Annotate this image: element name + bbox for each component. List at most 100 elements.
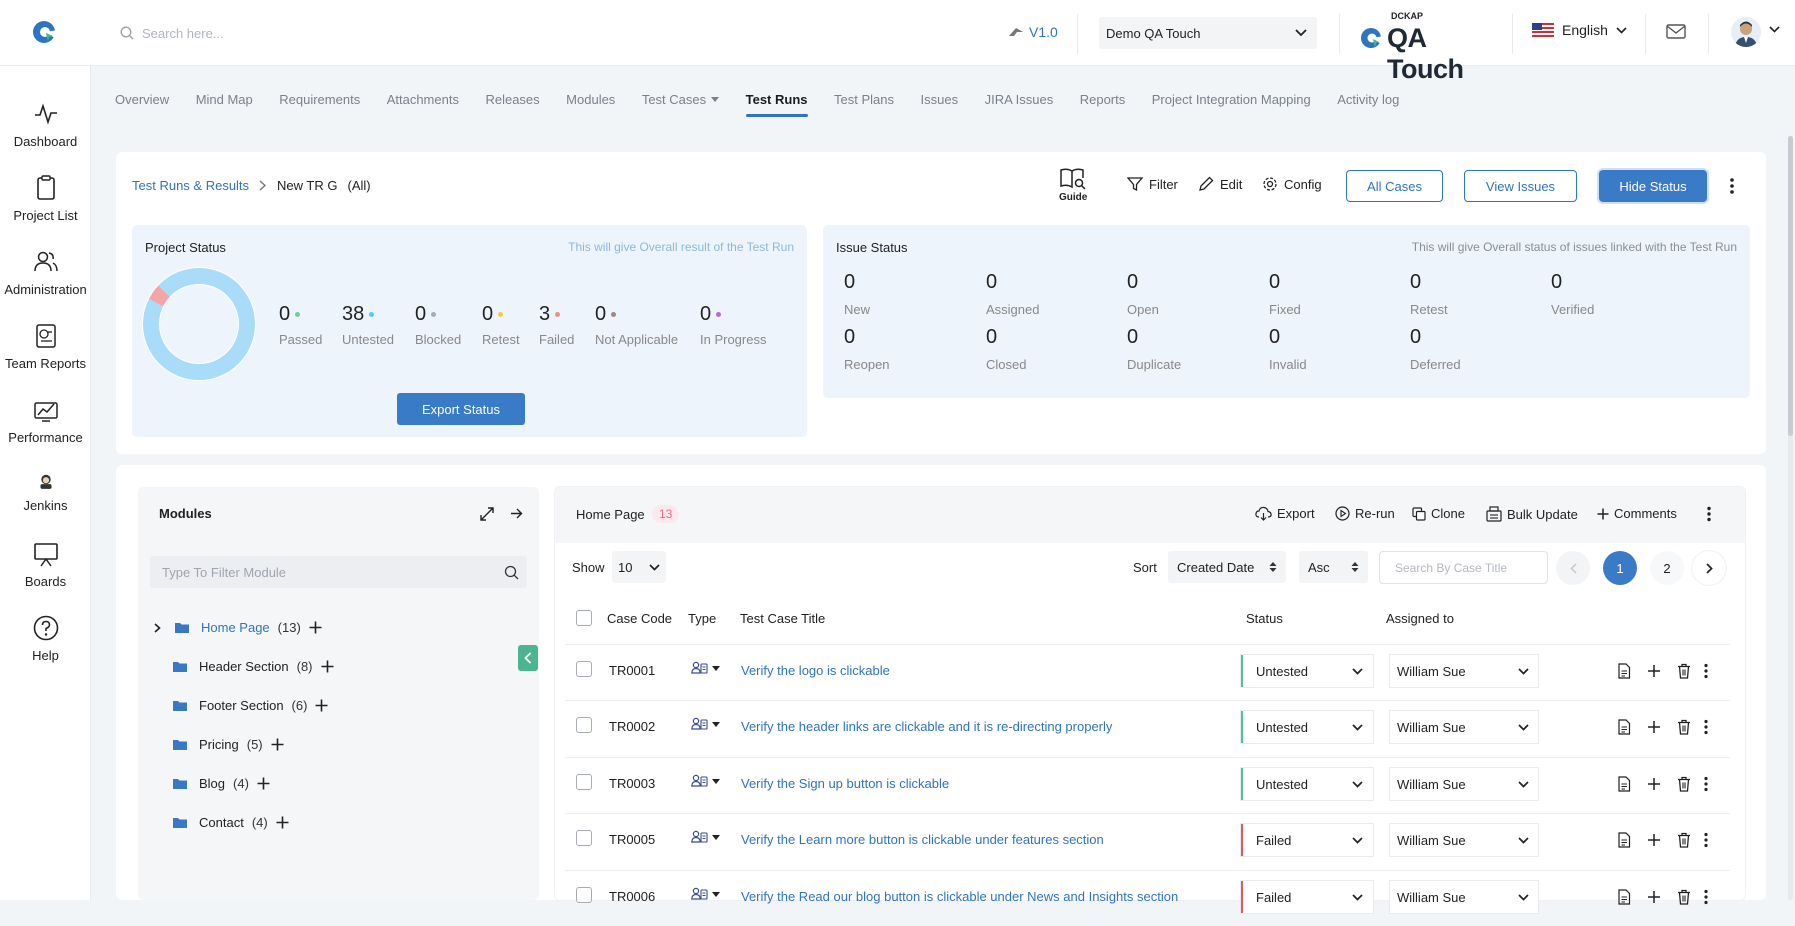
view-issues-button[interactable]: View Issues <box>1464 170 1577 202</box>
issue-stat-reopen[interactable]: 0 Reopen <box>844 326 890 372</box>
tab-activity-log[interactable]: Activity log <box>1337 92 1399 117</box>
export-button[interactable]: Export <box>1255 506 1315 521</box>
column-header-title[interactable]: Test Case Title <box>740 611 825 626</box>
stat-in-progress[interactable]: 0 In Progress <box>700 303 766 347</box>
stat-failed[interactable]: 3 Failed <box>539 303 574 347</box>
module-filter-input[interactable]: Type To Filter Module <box>150 556 527 588</box>
tab-test-runs[interactable]: Test Runs <box>745 92 808 117</box>
row-checkbox[interactable] <box>576 661 592 677</box>
row-checkbox[interactable] <box>576 830 592 846</box>
column-header-type[interactable]: Type <box>688 611 716 626</box>
version-badge[interactable]: V1.0 <box>1008 24 1058 40</box>
clone-button[interactable]: Clone <box>1412 506 1465 521</box>
more-vertical-icon[interactable] <box>1703 889 1709 905</box>
row-checkbox[interactable] <box>576 717 592 733</box>
table-row[interactable] <box>565 813 1730 869</box>
issue-stat-invalid[interactable]: 0 Invalid <box>1269 326 1307 372</box>
more-vertical-icon[interactable] <box>1703 663 1709 679</box>
status-select[interactable]: Untested <box>1241 768 1373 800</box>
mail-icon[interactable] <box>1665 22 1687 42</box>
sort-field-select[interactable]: Created Date <box>1168 551 1286 583</box>
assignee-select[interactable]: William Sue <box>1390 824 1538 856</box>
table-row[interactable] <box>565 644 1730 700</box>
tab-test-plans[interactable]: Test Plans <box>834 92 894 117</box>
export-status-button[interactable]: Export Status <box>397 393 525 425</box>
issue-stat-verified[interactable]: 0 Verified <box>1551 271 1594 317</box>
assignee-select[interactable]: William Sue <box>1390 881 1538 913</box>
assignee-select[interactable]: William Sue <box>1390 768 1538 800</box>
bulk-update-button[interactable]: Bulk Update <box>1486 506 1578 522</box>
case-type-dropdown[interactable] <box>691 887 720 901</box>
sidebar-item-jenkins[interactable]: Jenkins <box>0 470 91 513</box>
stat-blocked[interactable]: 0 Blocked <box>415 303 461 347</box>
page-2-button[interactable]: 2 <box>1650 551 1684 585</box>
trash-icon[interactable] <box>1676 889 1692 905</box>
case-title-link[interactable]: Verify the Sign up button is clickable <box>741 776 949 791</box>
plus-icon[interactable] <box>1646 663 1662 679</box>
document-icon[interactable] <box>1616 889 1632 905</box>
plus-icon[interactable] <box>276 816 289 829</box>
project-select[interactable]: Demo QA Touch <box>1099 17 1317 49</box>
issue-stat-closed[interactable]: 0 Closed <box>986 326 1026 372</box>
more-vertical-icon[interactable] <box>1703 776 1709 792</box>
trash-icon[interactable] <box>1676 719 1692 735</box>
rerun-button[interactable]: Re-run <box>1335 506 1395 521</box>
sidebar-item-dashboard[interactable]: Dashboard <box>0 100 91 149</box>
edit-button[interactable]: Edit <box>1198 176 1242 192</box>
more-vertical-icon[interactable] <box>1703 832 1709 848</box>
language-select[interactable]: English <box>1532 22 1627 38</box>
issue-stat-open[interactable]: 0 Open <box>1127 271 1159 317</box>
stat-retest[interactable]: 0 Retest <box>482 303 520 347</box>
plus-icon[interactable] <box>257 777 270 790</box>
tab-test-cases[interactable]: Test Cases <box>642 92 720 117</box>
next-page-button[interactable] <box>1692 551 1726 585</box>
document-icon[interactable] <box>1616 663 1632 679</box>
issue-stat-new[interactable]: 0 New <box>844 271 870 317</box>
issue-stat-deferred[interactable]: 0 Deferred <box>1410 326 1461 372</box>
row-checkbox[interactable] <box>576 774 592 790</box>
stat-untested[interactable]: 38 Untested <box>342 303 394 347</box>
issue-stat-retest[interactable]: 0 Retest <box>1410 271 1448 317</box>
status-select[interactable]: Untested <box>1241 655 1373 687</box>
case-type-dropdown[interactable] <box>691 774 720 788</box>
tab-requirements[interactable]: Requirements <box>279 92 360 117</box>
collapse-modules-button[interactable] <box>518 645 538 671</box>
status-select[interactable]: Failed <box>1241 881 1373 913</box>
case-search-input[interactable]: Search By Case Title <box>1379 551 1548 584</box>
case-title-link[interactable]: Verify the Read our blog button is click… <box>741 889 1178 904</box>
sidebar-item-project-list[interactable]: Project List <box>0 174 91 223</box>
issue-stat-fixed[interactable]: 0 Fixed <box>1269 271 1301 317</box>
case-type-dropdown[interactable] <box>691 717 720 731</box>
column-header-status[interactable]: Status <box>1246 611 1283 626</box>
issue-stat-duplicate[interactable]: 0 Duplicate <box>1127 326 1181 372</box>
sidebar-item-boards[interactable]: Boards <box>0 540 91 589</box>
tab-jira-issues[interactable]: JIRA Issues <box>985 92 1054 117</box>
case-title-link[interactable]: Verify the logo is clickable <box>741 663 890 678</box>
config-button[interactable]: Config <box>1262 176 1322 192</box>
chevron-right-icon[interactable] <box>154 622 161 633</box>
assignee-select[interactable]: William Sue <box>1390 655 1538 687</box>
tab-project-integration-mapping[interactable]: Project Integration Mapping <box>1152 92 1311 117</box>
status-select[interactable]: Failed <box>1241 824 1373 856</box>
row-checkbox[interactable] <box>576 887 592 903</box>
filter-button[interactable]: Filter <box>1127 176 1178 192</box>
tab-overview[interactable]: Overview <box>115 92 169 117</box>
assignee-select[interactable]: William Sue <box>1390 711 1538 743</box>
page-1-button[interactable]: 1 <box>1603 551 1637 585</box>
plus-icon[interactable] <box>1646 832 1662 848</box>
more-vertical-icon[interactable] <box>1703 719 1709 735</box>
case-type-dropdown[interactable] <box>691 661 720 675</box>
page-size-select[interactable]: 10 <box>612 551 666 583</box>
module-item-home-page[interactable]: Home Page (13) <box>154 620 322 635</box>
table-row[interactable] <box>565 700 1730 756</box>
sidebar-item-help[interactable]: Help <box>0 614 91 663</box>
hide-status-button[interactable]: Hide Status <box>1599 170 1707 202</box>
page-scrollbar-thumb[interactable] <box>1788 136 1793 436</box>
status-select[interactable]: Untested <box>1241 711 1373 743</box>
module-item-pricing[interactable]: Pricing (5) <box>173 737 284 752</box>
comments-button[interactable]: Comments <box>1597 506 1677 521</box>
plus-icon[interactable] <box>321 660 334 673</box>
expand-icon[interactable] <box>480 507 494 521</box>
user-avatar[interactable] <box>1731 17 1761 47</box>
sidebar-item-team-reports[interactable]: Team Reports <box>0 322 91 371</box>
